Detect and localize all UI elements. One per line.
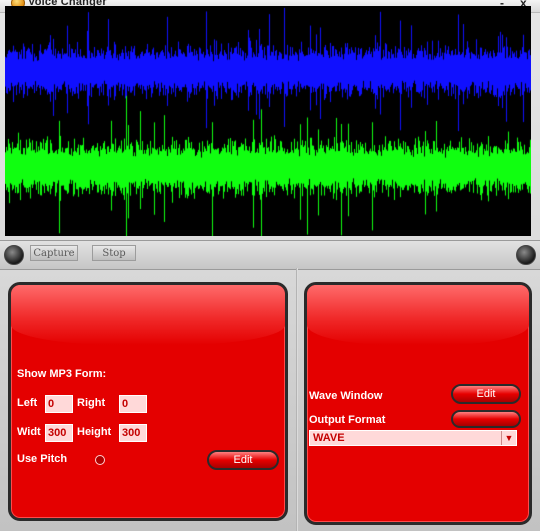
stop-button[interactable]: Stop bbox=[92, 245, 136, 261]
right-label: Right bbox=[77, 397, 106, 409]
use-pitch-radio[interactable] bbox=[95, 455, 105, 465]
panel-gloss bbox=[307, 285, 529, 345]
show-mp3-form-label: Show MP3 Form: bbox=[17, 368, 107, 380]
left-knob-icon bbox=[4, 245, 24, 265]
height-input[interactable] bbox=[119, 424, 147, 442]
right-input[interactable] bbox=[119, 395, 147, 413]
use-pitch-label: Use Pitch bbox=[17, 453, 68, 465]
left-panel-area: Show MP3 Form: Left Right Widt Height Us… bbox=[0, 270, 296, 531]
wave-window-edit-button[interactable]: Edit bbox=[451, 384, 521, 404]
output-format-label: Output Format bbox=[309, 414, 386, 426]
mp3-form-panel: Show MP3 Form: Left Right Widt Height Us… bbox=[8, 282, 288, 521]
voice-changer-window: Voice Changer - x Capture Stop Show MP3 … bbox=[0, 0, 540, 531]
width-input[interactable] bbox=[45, 424, 73, 442]
panel-gloss bbox=[11, 285, 285, 345]
height-label: Height bbox=[77, 426, 112, 438]
mp3-edit-button[interactable]: Edit bbox=[207, 450, 279, 470]
capture-button[interactable]: Capture bbox=[30, 245, 78, 261]
waveform-display bbox=[5, 6, 531, 236]
width-label: Widt bbox=[17, 426, 41, 438]
right-panel-area: Wave Window Edit Output Format WAVE ▼ bbox=[298, 270, 540, 531]
control-strip: Capture Stop bbox=[0, 240, 540, 270]
wave-settings-panel: Wave Window Edit Output Format WAVE ▼ bbox=[304, 282, 532, 525]
waveform-canvas bbox=[5, 6, 531, 236]
output-format-select[interactable]: WAVE ▼ bbox=[309, 430, 517, 446]
right-knob-icon bbox=[516, 245, 536, 265]
output-format-button[interactable] bbox=[451, 410, 521, 428]
chevron-down-icon[interactable]: ▼ bbox=[501, 431, 516, 445]
output-format-value: WAVE bbox=[313, 432, 345, 444]
wave-window-label: Wave Window bbox=[309, 390, 383, 402]
left-label: Left bbox=[17, 397, 38, 409]
left-input[interactable] bbox=[45, 395, 73, 413]
